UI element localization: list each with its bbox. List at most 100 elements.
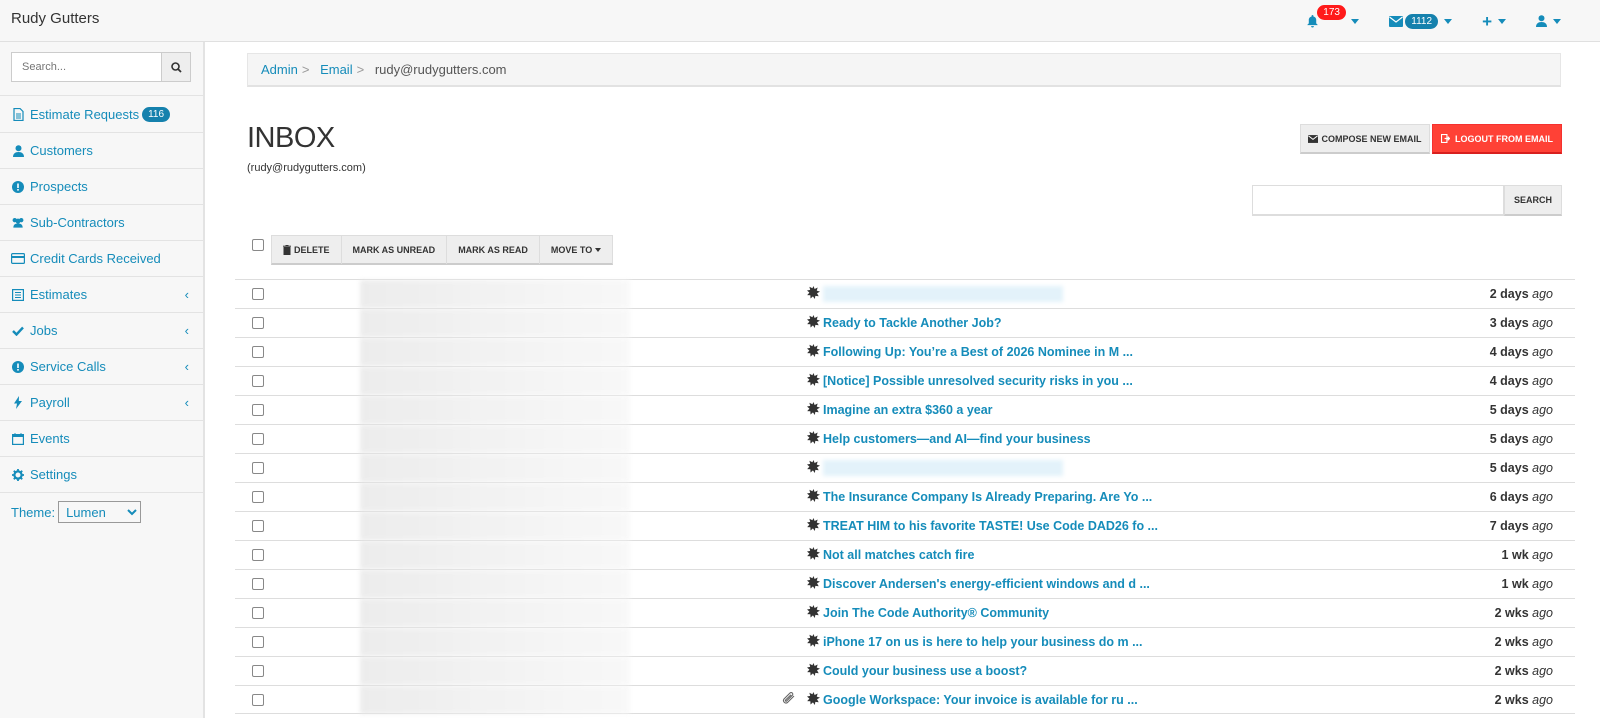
email-row-checkbox[interactable] <box>252 288 264 300</box>
theme-selector-row: Theme: Lumen <box>0 493 203 531</box>
move-to-button[interactable]: MOVE TO <box>540 236 612 264</box>
select-all-checkbox[interactable] <box>252 239 264 251</box>
logout-email-button[interactable]: LOGOUT FROM EMAIL <box>1432 124 1562 154</box>
email-subject-link[interactable]: Help customers—and AI—find your business <box>823 432 1091 446</box>
sidebar-item-label: Events <box>30 431 70 446</box>
unread-burst-icon <box>807 663 820 679</box>
sidebar-search <box>0 42 203 96</box>
sidebar-search-input[interactable] <box>11 52 161 82</box>
email-subject-link[interactable]: Discover Andersen's energy-efficient win… <box>823 577 1150 591</box>
email-subject-link[interactable]: Imagine an extra $360 a year <box>823 403 993 417</box>
brand-title[interactable]: Rudy Gutters <box>11 10 99 27</box>
email-subject-link[interactable]: Following Up: You’re a Best of 2026 Nomi… <box>823 345 1133 359</box>
email-subject-link[interactable]: Not all matches catch fire <box>823 548 974 562</box>
user-menu[interactable] <box>1521 0 1576 42</box>
email-row-checkbox[interactable] <box>252 520 264 532</box>
email-time-amount: 7 days <box>1489 519 1529 533</box>
email-row[interactable]: Discover Andersen's energy-efficient win… <box>235 569 1575 598</box>
mark-read-button[interactable]: MARK AS READ <box>447 236 540 264</box>
email-row-checkbox[interactable] <box>252 578 264 590</box>
add-new-menu[interactable]: + <box>1467 0 1521 42</box>
email-row[interactable]: Following Up: You’re a Best of 2026 Nomi… <box>235 337 1575 366</box>
email-row-checkbox[interactable] <box>252 346 264 358</box>
theme-select[interactable]: Lumen <box>58 501 142 523</box>
credit-card-icon <box>11 253 25 264</box>
sidebar-item-settings[interactable]: Settings <box>0 457 203 493</box>
email-row[interactable]: 5 days ago <box>235 453 1575 482</box>
sidebar-search-button[interactable] <box>161 52 191 82</box>
breadcrumb-separator: > <box>301 62 310 77</box>
sidebar-item-sub-contractors[interactable]: Sub-Contractors <box>0 205 203 241</box>
messages-menu[interactable]: 1112 <box>1374 0 1467 42</box>
email-row-checkbox[interactable] <box>252 317 264 329</box>
email-row[interactable]: Google Workspace: Your invoice is availa… <box>235 685 1575 714</box>
email-row[interactable]: Join The Code Authority® Community 2 wks … <box>235 598 1575 627</box>
sidebar-item-estimates[interactable]: Estimates ‹ <box>0 277 203 313</box>
envelope-icon <box>1308 134 1319 143</box>
email-row[interactable]: Ready to Tackle Another Job? 3 days ago <box>235 308 1575 337</box>
sidebar-item-events[interactable]: Events <box>0 421 203 457</box>
email-row-checkbox[interactable] <box>252 665 264 677</box>
compose-email-button[interactable]: COMPOSE NEW EMAIL <box>1300 124 1430 154</box>
unread-burst-icon <box>807 547 820 563</box>
email-row[interactable]: Could your business use a boost? 2 wks ag… <box>235 656 1575 685</box>
navbar-actions: 173 1112 + <box>1291 0 1576 42</box>
email-row-checkbox[interactable] <box>252 607 264 619</box>
sidebar-item-jobs[interactable]: Jobs ‹ <box>0 313 203 349</box>
email-time-amount: 1 wk <box>1501 577 1529 591</box>
sidebar-item-customers[interactable]: Customers <box>0 133 203 169</box>
email-subject-link[interactable]: TREAT HIM to his favorite TASTE! Use Cod… <box>823 519 1158 533</box>
unread-burst-icon <box>807 634 820 650</box>
email-time-suffix: ago <box>1532 490 1553 504</box>
breadcrumb-admin-link[interactable]: Admin <box>261 62 298 77</box>
email-row-checkbox[interactable] <box>252 636 264 648</box>
email-row-checkbox[interactable] <box>252 491 264 503</box>
email-row[interactable]: iPhone 17 on us is here to help your bus… <box>235 627 1575 656</box>
email-row-checkbox[interactable] <box>252 462 264 474</box>
breadcrumb-email-link[interactable]: Email <box>320 62 353 77</box>
delete-button[interactable]: DELETE <box>272 236 342 264</box>
sidebar-item-payroll[interactable]: Payroll ‹ <box>0 385 203 421</box>
email-subject-link[interactable]: Ready to Tackle Another Job? <box>823 316 1002 330</box>
gear-icon <box>11 468 25 481</box>
email-row[interactable]: [Notice] Possible unresolved security ri… <box>235 366 1575 395</box>
calendar-icon <box>11 432 25 445</box>
email-search-input[interactable] <box>1252 185 1504 216</box>
email-received-time: 1 wk ago <box>1502 577 1553 591</box>
email-subject-redacted[interactable] <box>823 460 1063 476</box>
email-received-time: 7 days ago <box>1490 519 1553 533</box>
notifications-menu[interactable]: 173 <box>1291 0 1374 42</box>
email-row[interactable]: Not all matches catch fire 1 wk ago <box>235 540 1575 569</box>
email-row-checkbox[interactable] <box>252 375 264 387</box>
email-time-suffix: ago <box>1532 606 1553 620</box>
unread-burst-icon <box>807 344 820 360</box>
email-subject-link[interactable]: Could your business use a boost? <box>823 664 1027 678</box>
email-row[interactable]: The Insurance Company Is Already Prepari… <box>235 482 1575 511</box>
email-row[interactable]: Help customers—and AI—find your business… <box>235 424 1575 453</box>
email-subject-redacted[interactable] <box>823 286 1063 302</box>
email-row-checkbox[interactable] <box>252 549 264 561</box>
email-subject-link[interactable]: The Insurance Company Is Already Prepari… <box>823 490 1152 504</box>
sidebar-item-service-calls[interactable]: Service Calls ‹ <box>0 349 203 385</box>
sidebar-item-estimate-requests[interactable]: Estimate Requests 116 <box>0 96 203 133</box>
email-row[interactable]: TREAT HIM to his favorite TASTE! Use Cod… <box>235 511 1575 540</box>
email-row-checkbox[interactable] <box>252 433 264 445</box>
email-sender-redacted <box>360 338 630 366</box>
breadcrumb-separator: > <box>356 62 365 77</box>
email-sender-redacted <box>360 454 630 482</box>
mark-unread-button[interactable]: MARK AS UNREAD <box>342 236 448 264</box>
delete-label: DELETE <box>294 245 330 255</box>
email-subject-link[interactable]: Google Workspace: Your invoice is availa… <box>823 693 1138 707</box>
sidebar-item-credit-cards[interactable]: Credit Cards Received <box>0 241 203 277</box>
email-time-amount: 5 days <box>1489 432 1529 446</box>
email-row[interactable]: 2 days ago <box>235 279 1575 308</box>
email-search-button[interactable]: SEARCH <box>1504 185 1562 216</box>
email-subject-link[interactable]: Join The Code Authority® Community <box>823 606 1049 620</box>
sidebar-item-prospects[interactable]: Prospects <box>0 169 203 205</box>
email-subject-link[interactable]: iPhone 17 on us is here to help your bus… <box>823 635 1143 649</box>
sidebar-item-label: Prospects <box>30 179 88 194</box>
email-row[interactable]: Imagine an extra $360 a year 5 days ago <box>235 395 1575 424</box>
email-subject-link[interactable]: [Notice] Possible unresolved security ri… <box>823 374 1133 388</box>
email-row-checkbox[interactable] <box>252 694 264 706</box>
email-row-checkbox[interactable] <box>252 404 264 416</box>
